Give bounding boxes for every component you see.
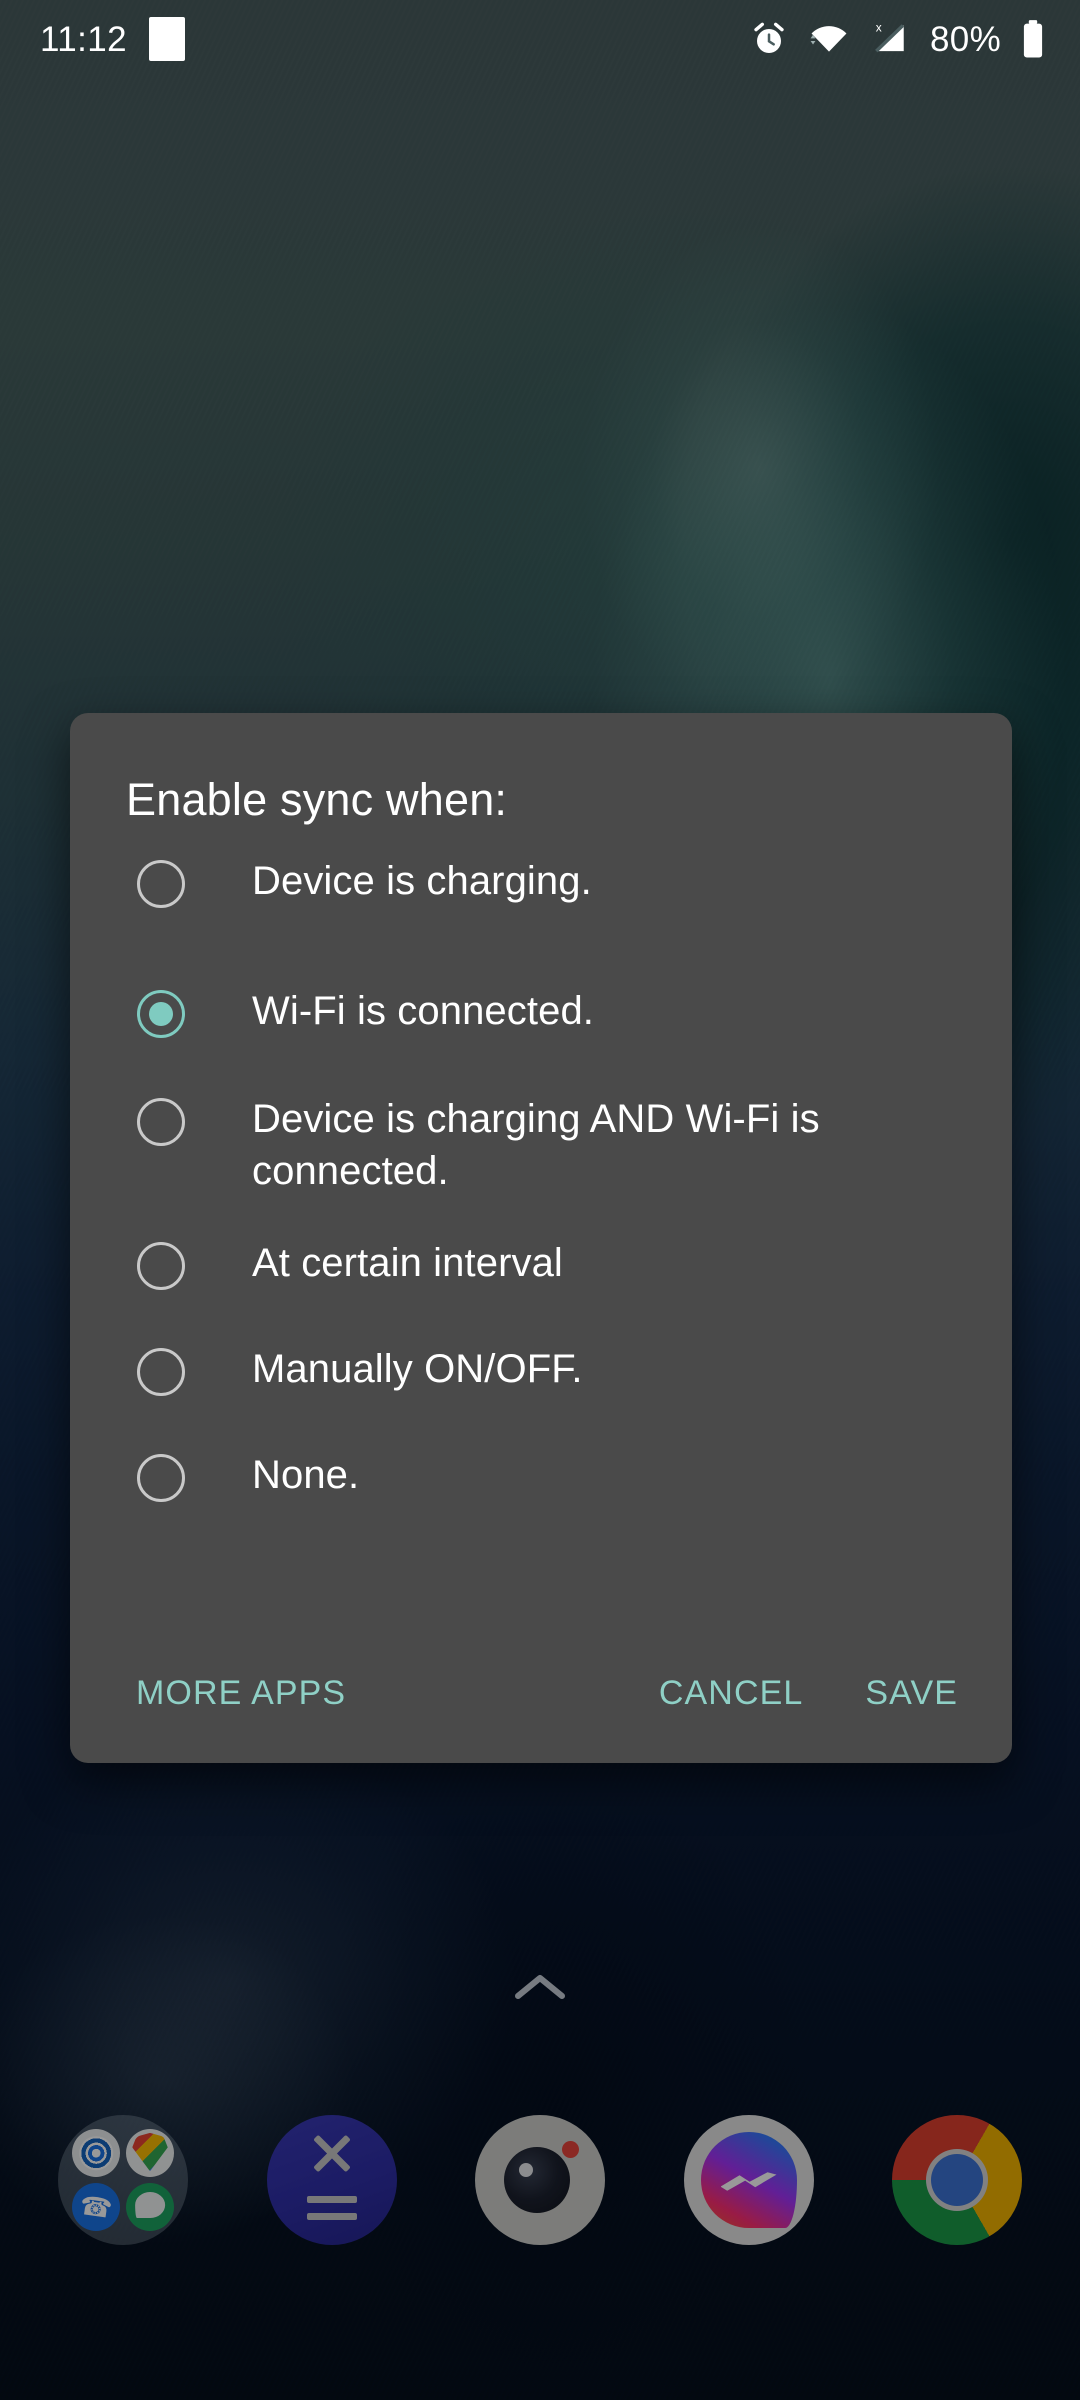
svg-text:x: x [876,21,882,35]
radio-indicator-wrap [70,1093,252,1146]
status-bar: 11:12 x 80% [0,0,1080,78]
save-button[interactable]: SAVE [855,1660,968,1727]
radio-option-label: At certain interval [252,1240,563,1285]
sync-options-radio-group: Device is charging. Wi-Fi is connected. … [70,855,1012,1535]
radio-indicator-wrap [70,1237,252,1290]
battery-percent-label: 80% [930,19,1001,59]
radio-indicator-wrap [70,1449,252,1502]
radio-indicator-wrap [70,1343,252,1396]
status-bar-clock: 11:12 [40,19,127,59]
radio-option-certain-interval[interactable]: At certain interval [70,1237,972,1323]
status-bar-right: x 80% [749,18,1046,60]
radio-button-unselected[interactable] [137,1097,185,1146]
radio-option-device-charging[interactable]: Device is charging. [70,855,972,941]
dialog-title: Enable sync when: [126,774,508,825]
radio-indicator-wrap [70,985,252,1038]
radio-option-none[interactable]: None. [70,1449,972,1535]
radio-button-unselected[interactable] [137,1241,185,1290]
radio-option-label: Device is charging AND Wi-Fi is connecte… [252,1096,820,1194]
enable-sync-dialog: Enable sync when: Device is charging. Wi… [70,713,1012,1763]
radio-button-selected[interactable] [137,989,185,1038]
radio-button-unselected[interactable] [137,859,185,908]
more-apps-button[interactable]: MORE APPS [126,1660,356,1727]
cancel-button[interactable]: CANCEL [649,1660,814,1727]
radio-button-unselected[interactable] [137,1347,185,1396]
battery-icon [1023,20,1043,58]
radio-option-manually-on-off[interactable]: Manually ON/OFF. [70,1343,972,1429]
radio-option-label: None. [252,1452,360,1497]
status-bar-left: 11:12 [40,17,185,61]
radio-option-wifi-connected[interactable]: Wi-Fi is connected. [70,985,972,1071]
radio-indicator-wrap [70,855,252,908]
radio-option-label: Device is charging. [252,858,592,903]
radio-option-label: Wi-Fi is connected. [252,988,594,1033]
notification-square-icon [149,17,185,61]
no-sim-signal-icon: x [875,21,905,53]
dialog-action-bar: MORE APPS CANCEL SAVE [70,1623,1012,1763]
radio-option-charging-and-wifi[interactable]: Device is charging AND Wi-Fi is connecte… [70,1093,972,1221]
alarm-clock-icon [754,22,784,53]
radio-option-label: Manually ON/OFF. [252,1346,583,1391]
radio-button-unselected[interactable] [137,1453,185,1502]
wifi-icon [810,26,847,52]
phone-screen: Enable sync when: Device is charging. Wi… [0,0,1080,2400]
